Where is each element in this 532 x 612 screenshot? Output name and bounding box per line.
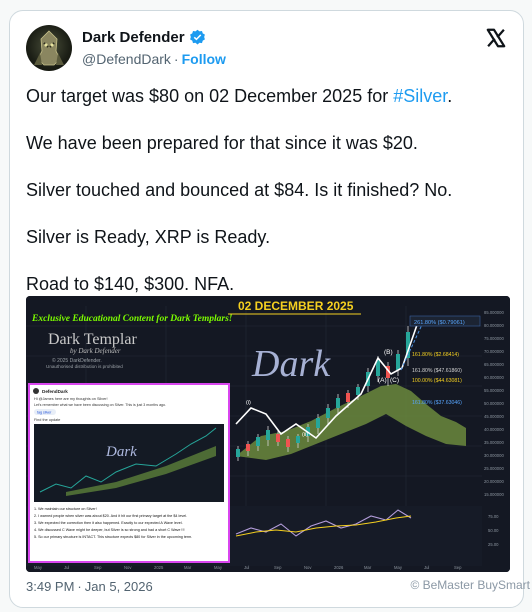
svg-text:2026: 2026	[334, 565, 344, 570]
fib-label-4: 100.00% ($44.63081)	[412, 378, 462, 384]
svg-text:50.000000: 50.000000	[484, 401, 504, 406]
svg-text:60.000000: 60.000000	[484, 375, 504, 380]
avatar[interactable]	[26, 25, 72, 71]
wave-label-i: (i)	[246, 400, 251, 406]
svg-text:May: May	[34, 565, 43, 570]
fib-label-2: 161.80% ($2.68414)	[412, 352, 459, 358]
dark-templar-avatar-icon	[34, 30, 64, 66]
svg-text:30.000000: 30.000000	[484, 453, 504, 458]
wave-label-ii: (ii)	[302, 432, 308, 438]
svg-text:Mar: Mar	[184, 565, 192, 570]
inset-point-5: 5. So our primary structure is INTACT. T…	[34, 535, 192, 539]
svg-text:May: May	[214, 565, 223, 570]
svg-text:85.000000: 85.000000	[484, 310, 504, 315]
svg-text:75.00: 75.00	[488, 514, 499, 519]
separator-dot: ·	[77, 579, 82, 594]
hashtag-silver[interactable]: #Silver	[393, 86, 447, 106]
tweet-line-1: Our target was $80 on 02 December 2025 f…	[26, 86, 453, 106]
svg-text:45.000000: 45.000000	[484, 414, 504, 419]
tweet-date[interactable]: Jan 5, 2026	[85, 579, 153, 594]
svg-text:25.000000: 25.000000	[484, 466, 504, 471]
svg-text:15.000000: 15.000000	[484, 492, 504, 497]
inset-tag: tag silver	[37, 411, 52, 415]
handle-row: @DefendDark · Follow	[82, 51, 226, 67]
tweet-line-2: We have been prepared for that since it …	[26, 133, 418, 153]
svg-text:Sep: Sep	[454, 565, 462, 570]
svg-text:Jul: Jul	[244, 565, 249, 570]
inset-find: Find the update	[34, 418, 60, 422]
svg-text:35.000000: 35.000000	[484, 440, 504, 445]
author-name-row: Dark Defender	[82, 29, 206, 46]
page-watermark: © BeMaster BuySmart	[410, 578, 530, 592]
svg-text:Sep: Sep	[94, 565, 102, 570]
copyright-text: © 2025 DarkDefender.	[52, 357, 102, 364]
inset-point-3: 3. We expected the correction then it al…	[34, 521, 183, 525]
inset-point-4: 4. We discussed C Wave might be deeper, …	[34, 528, 185, 532]
svg-text:50.00: 50.00	[488, 528, 499, 533]
inset-author: DefendDark	[42, 389, 68, 394]
author-handle[interactable]: @DefendDark	[82, 51, 171, 67]
silver-chart-image: Exclusive Educational Content for Dark T…	[26, 296, 510, 572]
fib-label-3: 161.80% ($47.61860)	[412, 368, 462, 374]
wave-label-a: (A)	[378, 377, 387, 384]
tweet-meta-row: 3:49 PM · Jan 5, 2026	[26, 579, 153, 594]
svg-text:55.000000: 55.000000	[484, 388, 504, 393]
dark-watermark-text: Dark	[251, 343, 331, 385]
svg-text:Sep: Sep	[274, 565, 282, 570]
svg-text:May: May	[394, 565, 403, 570]
author-name[interactable]: Dark Defender	[82, 29, 185, 46]
x-logo-icon[interactable]	[485, 27, 507, 49]
follow-button[interactable]: Follow	[182, 51, 226, 67]
time-axis: May Jul Sep Nov 2025 Mar May Jul Sep Nov…	[34, 565, 462, 570]
tweet-media-image[interactable]: Exclusive Educational Content for Dark T…	[26, 296, 510, 572]
svg-text:Jul: Jul	[64, 565, 69, 570]
tweet-line-5: Road to $140, $300. NFA.	[26, 274, 235, 294]
svg-text:25.00: 25.00	[488, 542, 499, 547]
wave-label-c: (C)	[390, 377, 399, 384]
inset-point-2: 2. I warned people when silver was about…	[34, 514, 187, 518]
inset-intro: Hi @James here are my thoughts on Silver…	[34, 397, 108, 401]
logo-subtitle: by Dark Defender	[70, 347, 121, 355]
svg-text:65.000000: 65.000000	[484, 362, 504, 367]
svg-text:Nov: Nov	[304, 565, 312, 570]
svg-text:75.000000: 75.000000	[484, 336, 504, 341]
verified-badge-icon	[189, 29, 205, 45]
svg-text:40.000000: 40.000000	[484, 427, 504, 432]
svg-text:80.000000: 80.000000	[484, 323, 504, 328]
inset-point-1: 1. We maintain our structure on Silver!	[34, 507, 97, 511]
copyright-text-2: Unauthorised distribution is prohibited	[46, 364, 123, 369]
inset-dark-text: Dark	[105, 444, 137, 460]
logo-title: Dark Templar	[48, 331, 137, 348]
tweet-text: Our target was $80 on 02 December 2025 f…	[26, 84, 511, 319]
tweet-card: Dark Defender @DefendDark · Follow Our tar…	[9, 10, 524, 608]
wave-label-b: (B)	[384, 349, 393, 356]
svg-text:Jul: Jul	[424, 565, 429, 570]
fib-label-5: 161.80% ($37.63046)	[412, 400, 462, 406]
tweet-line-4: Silver is Ready, XRP is Ready.	[26, 227, 271, 247]
svg-text:Nov: Nov	[124, 565, 132, 570]
tweet-line-3: Silver touched and bounced at $84. Is it…	[26, 180, 453, 200]
chart-date-text: 02 DECEMBER 2025	[238, 299, 354, 313]
inset-intro-2: Let's remember what we have been discuss…	[34, 403, 166, 407]
tweet-time[interactable]: 3:49 PM	[26, 579, 74, 594]
svg-text:Mar: Mar	[364, 565, 372, 570]
svg-text:70.000000: 70.000000	[484, 349, 504, 354]
fib-label-1: 261.80% ($0.79061)	[414, 320, 465, 326]
banner-text: Exclusive Educational Content for Dark T…	[31, 314, 233, 324]
svg-text:20.000000: 20.000000	[484, 479, 504, 484]
svg-text:2025: 2025	[154, 565, 164, 570]
separator-dot: ·	[173, 51, 179, 67]
